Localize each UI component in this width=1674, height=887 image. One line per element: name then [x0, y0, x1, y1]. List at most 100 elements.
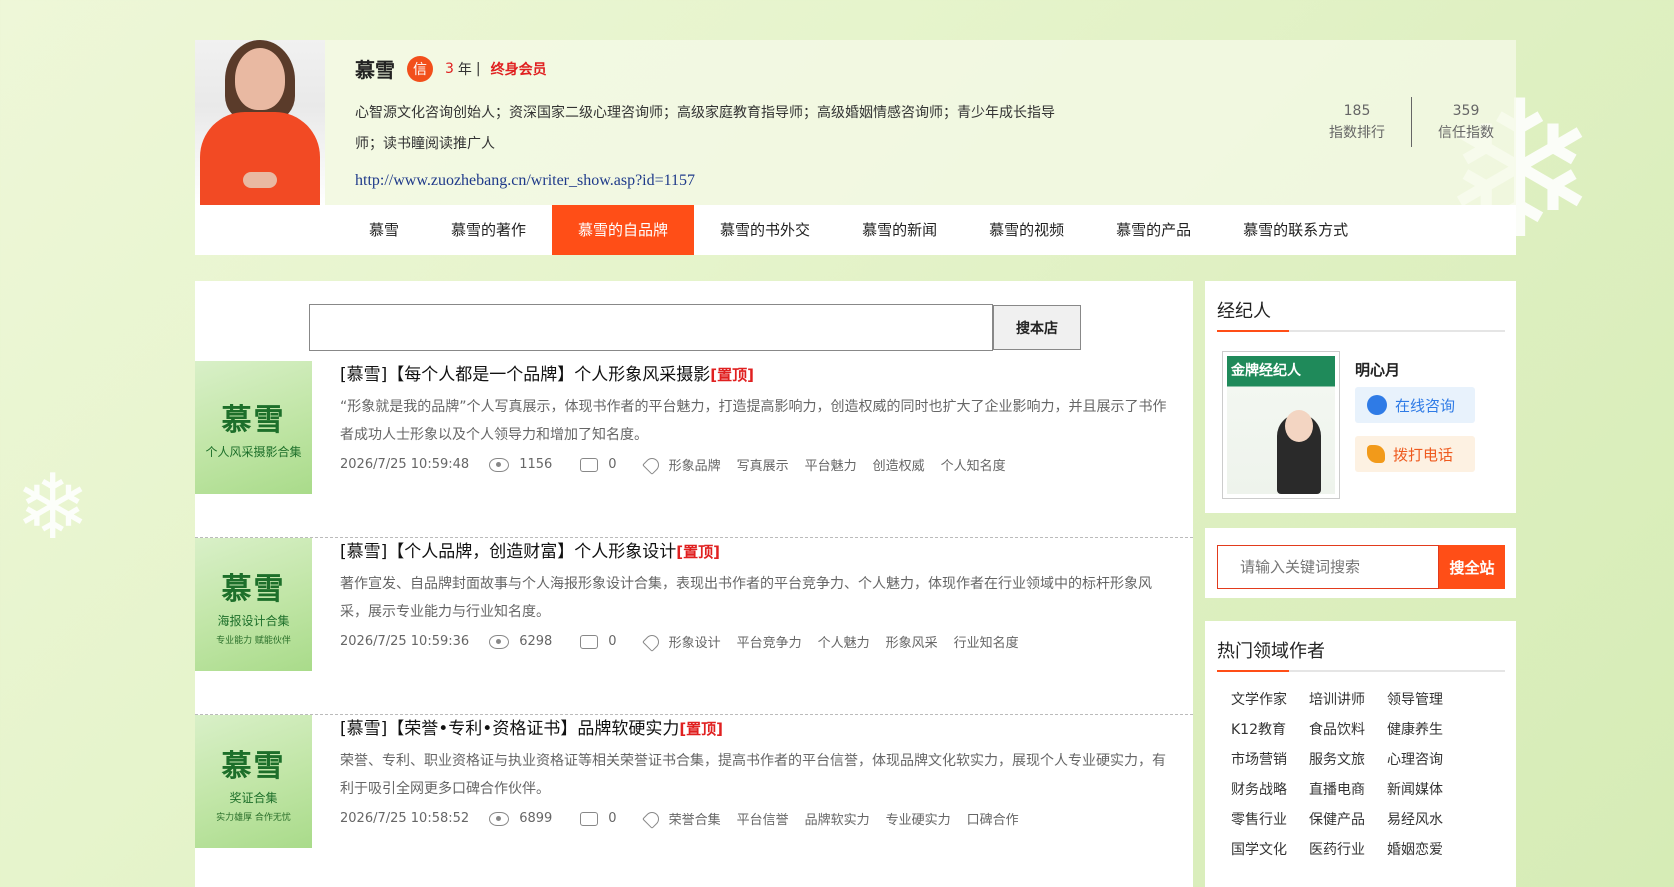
article-title[interactable]: [慕雪]【每个人都是一个品牌】个人形象风采摄影[置顶]: [340, 363, 1170, 387]
online-consult-button[interactable]: 在线咨询: [1355, 387, 1475, 423]
article-tag[interactable]: 荣誉合集: [669, 809, 721, 828]
article-title-text[interactable]: [慕雪]【每个人都是一个品牌】个人形象风采摄影: [340, 365, 710, 385]
agent-title: 经纪人: [1217, 297, 1505, 332]
category-link[interactable]: 易经风水: [1387, 811, 1465, 829]
comment-icon: [580, 634, 599, 649]
magazine-title: 金牌经纪人: [1231, 363, 1301, 379]
category-link[interactable]: 培训讲师: [1309, 691, 1387, 709]
category-link[interactable]: 零售行业: [1231, 811, 1309, 829]
phone-icon: [1367, 445, 1385, 463]
category-link[interactable]: 领导管理: [1387, 691, 1465, 709]
article-thumbnail[interactable]: 慕雪 海报设计合集 专业能力 赋能伙伴: [195, 538, 312, 671]
category-link[interactable]: 国学文化: [1231, 841, 1309, 859]
stat-rank: 185 指数排行: [1307, 100, 1407, 144]
eye-icon: [489, 811, 510, 826]
member-years-unit: 年: [457, 61, 472, 78]
thumb-tagline: 实力雄厚 合作无忧: [216, 812, 291, 823]
site-search-button[interactable]: 搜全站: [1439, 545, 1505, 589]
stat-value: 185: [1343, 103, 1371, 119]
article-tag[interactable]: 个人知名度: [941, 455, 1006, 474]
article-tag[interactable]: 专业硬实力: [886, 809, 951, 828]
nav-item-products[interactable]: 慕雪的产品: [1090, 205, 1217, 255]
shop-search: 搜本店: [309, 304, 1081, 351]
category-link[interactable]: 新闻媒体: [1387, 781, 1465, 799]
category-link[interactable]: 直播电商: [1309, 781, 1387, 799]
nav-item-diplomacy[interactable]: 慕雪的书外交: [694, 205, 836, 255]
nav-item-brand[interactable]: 慕雪的自品牌: [552, 205, 695, 255]
article-body: [慕雪]【个人品牌，创造财富】个人形象设计[置顶] 著作宣发、自品牌封面故事与个…: [340, 540, 1170, 652]
category-link[interactable]: K12教育: [1231, 721, 1309, 739]
category-link[interactable]: 医药行业: [1309, 841, 1387, 859]
article-tag[interactable]: 形象品牌: [669, 455, 721, 474]
comment-count: 0: [608, 457, 617, 472]
nav-item-contact[interactable]: 慕雪的联系方式: [1217, 205, 1374, 255]
list-item: 慕雪 海报设计合集 专业能力 赋能伙伴 [慕雪]【个人品牌，创造财富】个人形象设…: [195, 538, 1193, 715]
thumb-subtitle: 个人风采摄影合集: [205, 445, 302, 459]
article-title[interactable]: [慕雪]【荣誉•专利•资格证书】品牌软硬实力[置顶]: [340, 717, 1170, 741]
article-tag[interactable]: 品牌软实力: [805, 809, 870, 828]
article-tag[interactable]: 行业知名度: [954, 632, 1019, 651]
profile-name-row: 慕雪 信 3 年 | 终身会员: [355, 54, 547, 83]
author-bio: 心智源文化咨询创始人；资深国家二级心理咨询师；高级家庭教育指导师；高级婚姻情感咨…: [355, 105, 1055, 152]
category-link[interactable]: 心理咨询: [1387, 751, 1465, 769]
category-link[interactable]: 文学作家: [1231, 691, 1309, 709]
hot-authors-panel: 热门领域作者 文学作家 培训讲师 领导管理 K12教育 食品饮料 健康养生 市场…: [1205, 621, 1516, 887]
pinned-badge: [置顶]: [679, 720, 724, 738]
view-count: 6298: [519, 634, 553, 649]
eye-icon: [489, 634, 510, 649]
snowflake-decoration: ❄: [15, 455, 91, 560]
hot-authors-title: 热门领域作者: [1217, 637, 1505, 672]
chat-icon: [1367, 395, 1387, 415]
article-tag[interactable]: 写真展示: [737, 455, 789, 474]
article-description: 荣誉、专利、职业资格证与执业资格证等相关荣誉证书合集，提高书作者的平台信誉，体现…: [340, 753, 1166, 797]
agent-panel: 经纪人 金牌经纪人 明心月 在线咨询 拨打电话: [1205, 281, 1516, 513]
shop-search-button[interactable]: 搜本店: [993, 305, 1081, 350]
pinned-badge: [置顶]: [676, 543, 720, 561]
category-link[interactable]: 婚姻恋爱: [1387, 841, 1465, 859]
category-link[interactable]: 财务战略: [1231, 781, 1309, 799]
stat-value: 359: [1452, 103, 1480, 119]
article-tag[interactable]: 个人魅力: [818, 632, 870, 651]
article-thumbnail[interactable]: 慕雪 个人风采摄影合集: [195, 361, 312, 494]
nav-item-home[interactable]: 慕雪: [343, 205, 425, 255]
article-title-text[interactable]: [慕雪]【荣誉•专利•资格证书】品牌软硬实力: [340, 719, 679, 739]
site-search-input[interactable]: [1217, 545, 1439, 589]
site-search: 搜全站: [1217, 545, 1505, 589]
tag-icon: [641, 631, 662, 652]
article-tag[interactable]: 形象风采: [886, 632, 938, 651]
article-tag[interactable]: 创造权威: [873, 455, 925, 474]
category-link[interactable]: 保健产品: [1309, 811, 1387, 829]
membership-badge: 终身会员: [490, 61, 547, 78]
article-title[interactable]: [慕雪]【个人品牌，创造财富】个人形象设计[置顶]: [340, 540, 1170, 564]
agent-magazine-cover: 金牌经纪人: [1222, 351, 1340, 499]
article-tag[interactable]: 形象设计: [669, 632, 721, 651]
member-years: 3: [445, 60, 454, 77]
comment-count: 0: [608, 811, 617, 826]
call-button[interactable]: 拨打电话: [1355, 436, 1475, 472]
category-link[interactable]: 服务文旅: [1309, 751, 1387, 769]
nav-item-works[interactable]: 慕雪的著作: [425, 205, 552, 255]
category-grid: 文学作家 培训讲师 领导管理 K12教育 食品饮料 健康养生 市场营销 服务文旅…: [1231, 691, 1511, 859]
site-search-panel: 搜全站: [1205, 528, 1516, 598]
nav-item-videos[interactable]: 慕雪的视频: [963, 205, 1090, 255]
article-thumbnail[interactable]: 慕雪 奖证合集 实力雄厚 合作无忧: [195, 715, 312, 848]
article-description: “形象就是我的品牌”个人写真展示，体现书作者的平台魅力，打造提高影响力，创造权威…: [340, 399, 1167, 443]
category-link[interactable]: 健康养生: [1387, 721, 1465, 739]
category-link[interactable]: 市场营销: [1231, 751, 1309, 769]
article-body: [慕雪]【每个人都是一个品牌】个人形象风采摄影[置顶] “形象就是我的品牌”个人…: [340, 363, 1170, 475]
article-tag[interactable]: 平台竞争力: [737, 632, 802, 651]
author-url-link[interactable]: http://www.zuozhebang.cn/writer_show.asp…: [355, 172, 695, 190]
list-item: 慕雪 个人风采摄影合集 [慕雪]【每个人都是一个品牌】个人形象风采摄影[置顶] …: [195, 361, 1193, 538]
article-tag[interactable]: 平台魅力: [805, 455, 857, 474]
article-meta: 2026/7/25 10:59:36 6298 0 形象设计 平台竞争力 个人魅…: [340, 631, 1170, 652]
category-link[interactable]: 食品饮料: [1309, 721, 1387, 739]
nav-item-news[interactable]: 慕雪的新闻: [836, 205, 963, 255]
tag-icon: [641, 454, 662, 475]
article-title-text[interactable]: [慕雪]【个人品牌，创造财富】个人形象设计: [340, 542, 676, 562]
article-date: 2026/7/25 10:59:48: [340, 457, 470, 472]
shop-search-input[interactable]: [309, 304, 993, 351]
article-tag[interactable]: 平台信誉: [737, 809, 789, 828]
article-tag[interactable]: 口碑合作: [967, 809, 1019, 828]
article-meta: 2026/7/25 10:58:52 6899 0 荣誉合集 平台信誉 品牌软实…: [340, 808, 1170, 829]
credit-badge-icon: 信: [407, 55, 433, 82]
